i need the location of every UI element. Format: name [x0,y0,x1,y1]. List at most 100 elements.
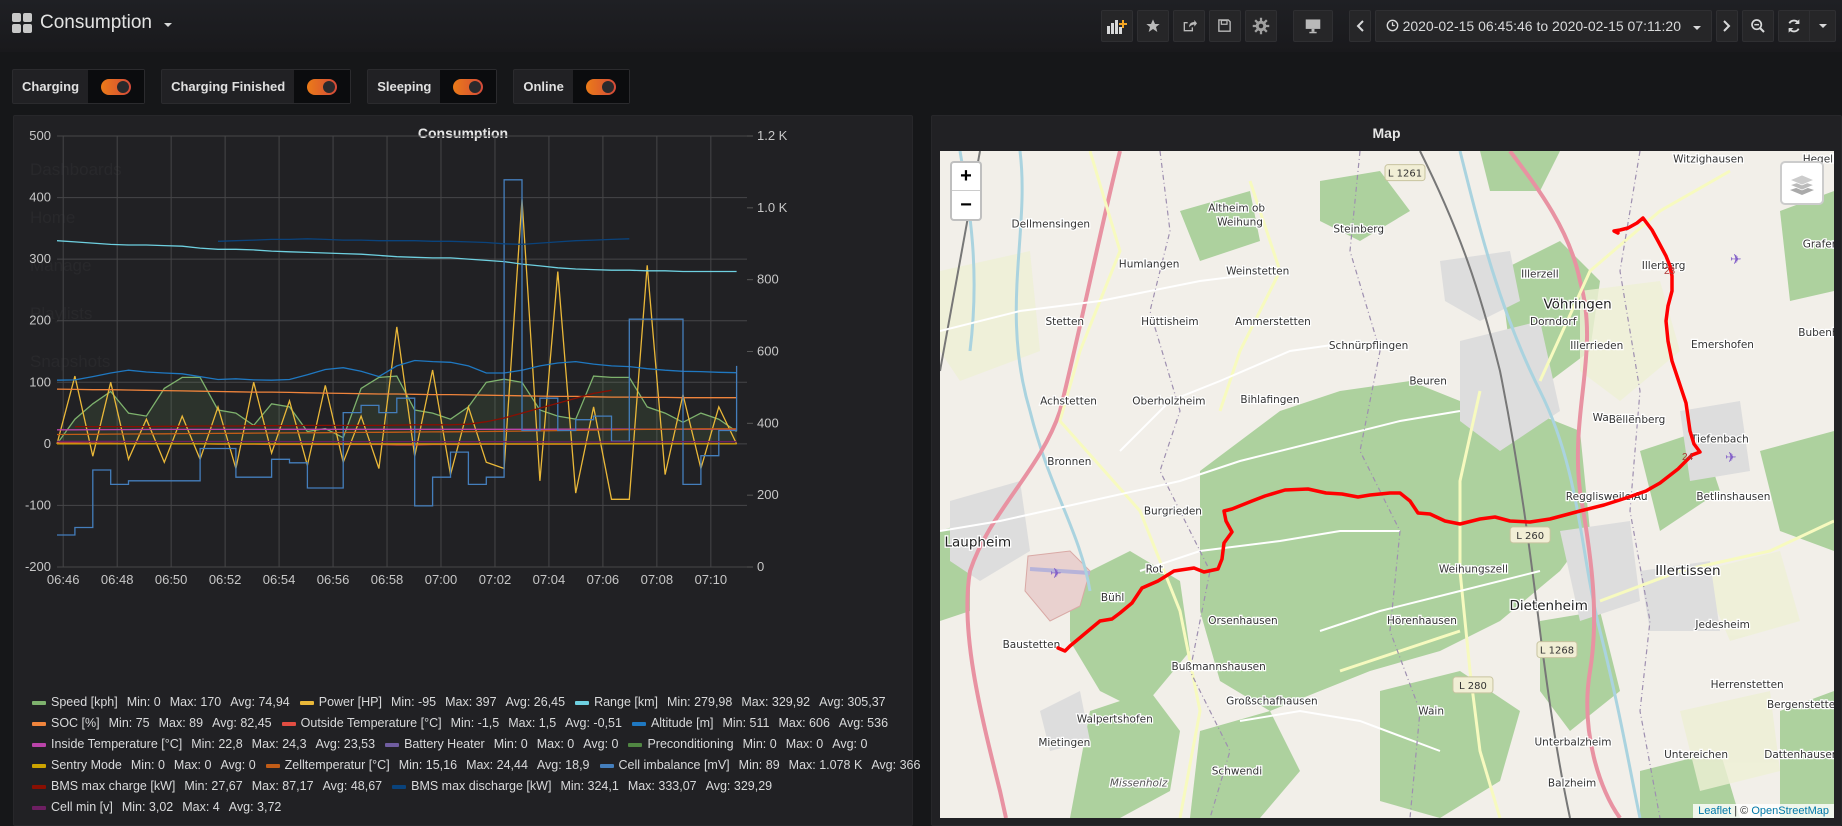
gear-icon [1252,17,1269,34]
variable-switch-container [572,70,629,103]
legend-stat-avg: Avg: -0,51 [565,716,622,730]
map-place-label: Weihungszell [1439,564,1508,576]
variable-online: Online [513,69,630,104]
time-range-picker[interactable]: 2020-02-15 06:45:46 to 2020-02-15 07:11:… [1374,9,1712,42]
refresh-group [1778,9,1836,42]
time-forward-button[interactable] [1716,9,1738,42]
map-place-label: Achstetten [1040,395,1097,407]
legend-color-swatch [628,742,643,747]
openstreetmap-link[interactable]: OpenStreetMap [1751,805,1829,817]
dashboard-picker[interactable]: Consumption [12,12,172,34]
left-axis-tick-label: -100 [25,497,51,512]
airport-icon: ✈ [1725,449,1737,465]
monitor-icon [1305,18,1320,33]
legend-stat-max: Max: 4 [182,800,220,814]
legend-item[interactable]: Sentry Mode Min: 0 Max: 0 Avg: 0 [32,755,256,776]
legend-stat-min: Min: 75 [108,716,150,730]
legend-item[interactable]: Battery Heater Min: 0 Max: 0 Avg: 0 [385,734,618,755]
series-line-cell-imbalance-mv [57,179,738,536]
legend-item[interactable]: Cell imbalance [mV] Min: 89 Max: 1.078 K Av… [599,755,920,776]
star-icon [1145,18,1160,32]
legend-series-name: Battery Heater [404,737,485,751]
map-panel-title[interactable]: Map [932,125,1841,141]
map-place-label: Oberholzheim [1132,395,1205,407]
legend-item[interactable]: BMS max discharge [kW] Min: 324,1 Max: 333… [392,776,772,797]
x-axis-tick-label: 06:54 [263,572,296,587]
add-panel-button[interactable] [1100,9,1133,42]
legend-stat-avg: Avg: 3,72 [228,800,282,814]
legend-item[interactable]: BMS max charge [kW] Min: 27,67 Max: 87,17 A… [32,776,382,797]
x-axis-tick-label: 07:02 [479,572,512,587]
refresh-interval-dropdown[interactable] [1810,9,1836,42]
toggle-switch[interactable] [101,78,132,95]
legend-stat-max: Max: 0 [536,737,575,751]
legend-stat-avg: Avg: 0 [583,737,619,751]
legend-stat-min: Min: -95 [390,695,437,709]
map-place-label: Bihlafingen [1240,394,1299,406]
legend-series-name: Preconditioning [647,737,734,751]
legend-item[interactable]: Altitude [m] Min: 511 Max: 606 Avg: 536 [631,713,888,734]
leaflet-link[interactable]: Leaflet [1698,805,1731,817]
legend-row: Speed [kph] Min: 0 Max: 170 Avg: 74,94 Power… [32,692,902,713]
toggle-switch[interactable] [585,78,616,95]
toggle-switch[interactable] [307,78,338,95]
legend-stat-avg: Avg: 23,53 [315,737,376,751]
refresh-button[interactable] [1778,9,1810,42]
map-view[interactable]: Dellmensingen Altheim ob Weihung Steinberg H… [940,151,1834,818]
map-place-label: Emershofen [1691,339,1754,351]
map-place-label: Dellmensingen [1012,219,1091,231]
toggle-switch[interactable] [453,78,484,95]
chart-legend: Speed [kph] Min: 0 Max: 170 Avg: 74,94 Power… [32,692,920,818]
legend-item[interactable]: Outside Temperature [°C] Min: -1,5 Max: 1,… [281,713,622,734]
legend-item[interactable]: Zelltemperatur [°C] Min: 15,16 Max: 24,44 A… [265,755,590,776]
motorway-exit-label: 24 [1682,452,1694,463]
legend-stat-min: Min: 279,98 [667,695,733,709]
map-place-label: Mietingen [1038,737,1090,749]
legend-item[interactable]: Cell min [v] Min: 3,02 Max: 4 Avg: 3,72 [32,797,281,818]
right-axis-tick-label: 800 [757,272,779,287]
zoom-in-button[interactable]: + [952,163,980,191]
legend-item[interactable]: Inside Temperature [°C] Min: 22,8 Max: 24,… [32,734,375,755]
legend-item[interactable]: SOC [%] Min: 75 Max: 89 Avg: 82,45 [32,713,272,734]
map-place-label: Bronnen [1047,456,1091,468]
legend-item[interactable]: Speed [kph] Min: 0 Max: 170 Avg: 74,94 [32,692,290,713]
series-line-power-hp [56,199,738,500]
tv-mode-button[interactable] [1292,9,1333,42]
time-back-button[interactable] [1348,9,1371,42]
legend-color-swatch [32,742,46,747]
legend-item[interactable]: Range [km] Min: 279,98 Max: 329,92 Avg: 305… [575,692,886,713]
zoom-out-time-button[interactable] [1742,9,1774,42]
share-button[interactable] [1172,9,1205,42]
road-shield-label: L 1261 [1388,169,1422,180]
legend-stat-min: Min: 27,67 [184,779,243,793]
map-place-label: Humlangen [1119,259,1180,271]
series-line-cell-min-v [57,440,737,443]
legend-stat-min: Min: 0 [742,737,777,751]
legend-item[interactable]: Preconditioning Min: 0 Max: 0 Avg: 0 [628,734,867,755]
map-place-label: Bußmannshausen [1172,661,1266,673]
variable-label: Sleeping [377,79,432,94]
x-axis-tick-label: 06:50 [155,572,188,587]
left-axis-tick-label: 200 [29,313,51,328]
zoom-out-button[interactable]: − [952,191,980,219]
series-line-range-km [56,240,737,273]
x-axis-tick-label: 06:58 [371,572,404,587]
caret-down-icon [1818,23,1827,28]
legend-stat-max: Max: 0 [785,737,824,751]
legend-stat-avg: Avg: 26,45 [505,695,566,709]
map-place-label: Steinberg [1333,223,1384,235]
layers-control-button[interactable] [1780,161,1824,205]
legend-stat-avg: Avg: 0 [220,758,256,772]
variable-sleeping: Sleeping [367,69,498,104]
legend-color-swatch [32,763,46,768]
legend-item[interactable]: Power [HP] Min: -95 Max: 397 Avg: 26,45 [299,692,566,713]
legend-series-name: Altitude [m] [650,716,714,730]
save-button[interactable] [1208,9,1241,42]
left-axis-tick-label: 100 [29,374,51,389]
legend-series-name: Cell imbalance [mV] [618,758,730,772]
settings-button[interactable] [1244,9,1277,42]
legend-stat-max: Max: 24,44 [466,758,528,772]
star-button[interactable] [1136,9,1169,42]
legend-color-swatch [32,805,46,810]
legend-row: Cell min [v] Min: 3,02 Max: 4 Avg: 3,72 [32,797,902,818]
